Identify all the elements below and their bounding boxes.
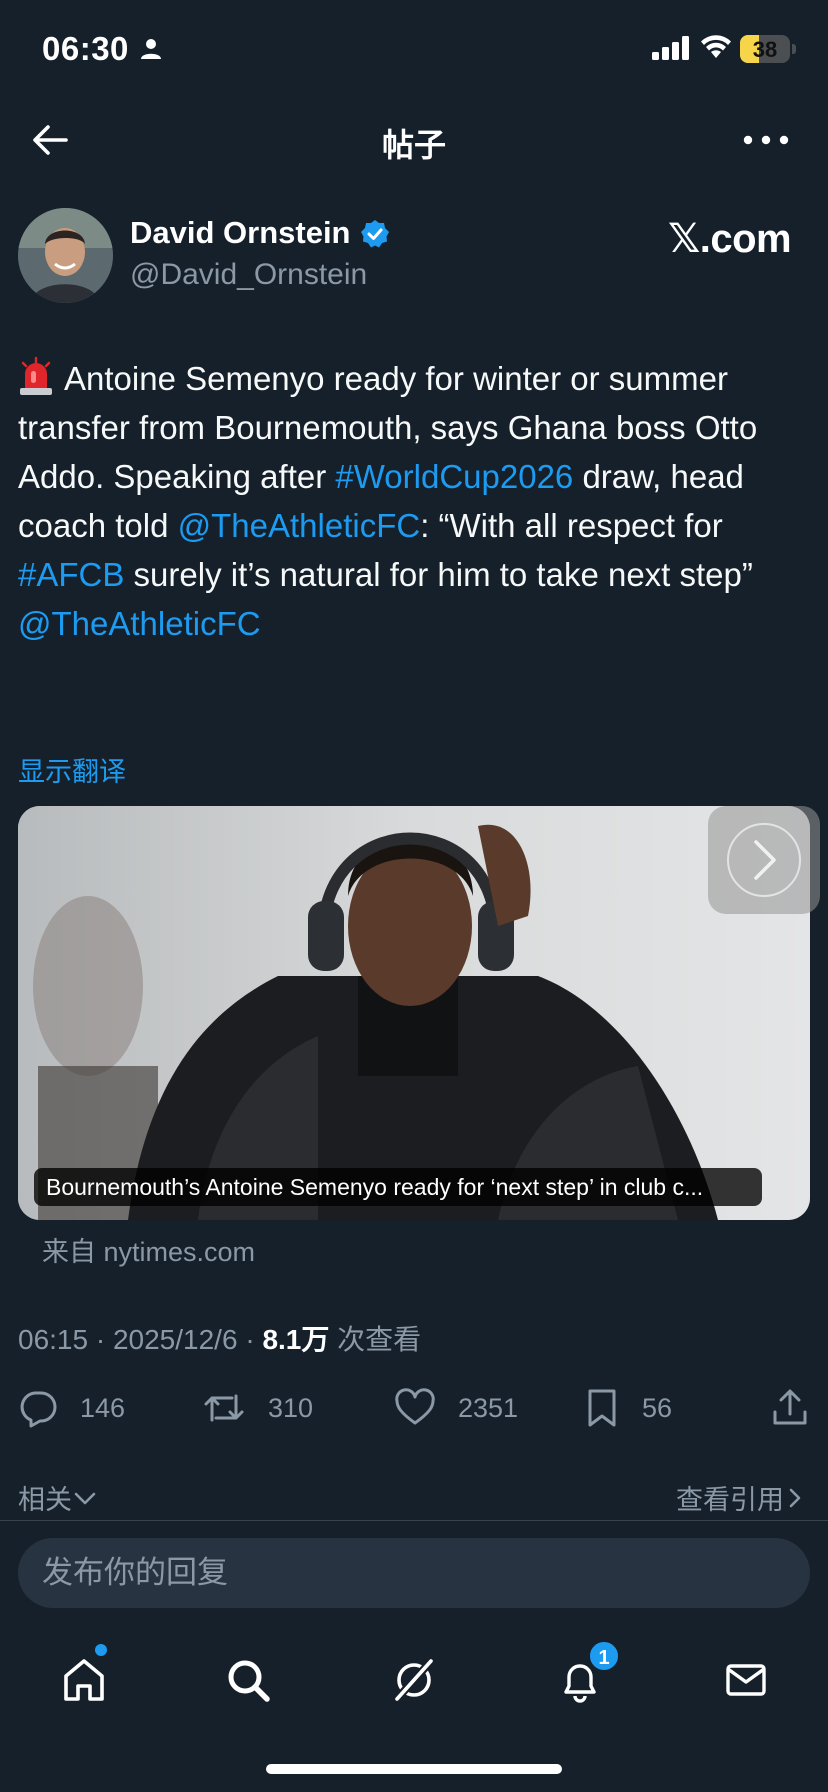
tweet-text-part: surely it’s natural for him to take next… [124,556,753,593]
reply-input[interactable]: 发布你的回复 [18,1538,810,1608]
battery-nub [792,44,796,54]
chevron-right-icon [727,823,801,897]
author-handle[interactable]: @David_Ornstein [130,258,367,292]
bookmark-count: 56 [642,1392,673,1423]
tweet-date: 2025/12/6 [112,1324,238,1355]
reply-count: 146 [80,1392,126,1423]
tab-home[interactable] [54,1650,114,1710]
bookmark-button[interactable]: 56 [584,1386,672,1430]
show-translation-link[interactable]: 显示翻译 [18,750,126,789]
like-count: 2351 [458,1392,519,1423]
hashtag-afcb[interactable]: #AFCB [18,556,124,593]
page-title: 帖子 [381,127,446,163]
view-count[interactable]: 8.1万 [262,1324,329,1355]
more-dots-icon[interactable] [738,122,794,158]
card-caption[interactable]: Bournemouth’s Antoine Semenyo ready for … [34,1168,762,1206]
reply-icon [20,1391,57,1428]
card-open-button[interactable] [708,806,820,914]
meta-separator: · [237,1324,263,1355]
search-icon [228,1660,270,1702]
signal-icon [652,36,689,60]
card-photo [18,806,810,1220]
home-indicator [266,1764,562,1774]
meta-separator: · [88,1324,113,1355]
heart-icon [395,1388,435,1425]
author-name[interactable]: David Ornstein [130,215,351,251]
related-dropdown[interactable]: 相关 [18,1478,98,1517]
person-icon [141,39,161,59]
avatar[interactable] [18,208,113,303]
avatar-image [18,208,113,303]
notification-badge: 1 [588,1640,620,1672]
repost-icon [204,1394,244,1422]
tab-search[interactable] [218,1650,278,1710]
tweet-text-part: : “With all respect for [420,507,723,544]
divider [0,1520,828,1521]
wifi-icon [701,35,731,58]
repost-count: 310 [268,1392,314,1423]
home-icon [64,1659,104,1701]
status-time: 06:30 [42,30,129,67]
mention-theathleticfc-2[interactable]: @TheAthleticFC [18,605,261,642]
share-icon[interactable] [770,1388,810,1428]
view-quotes-link[interactable]: 查看引用 [676,1478,806,1517]
battery-level: 38 [752,37,778,62]
like-button[interactable]: 2351 [394,1386,518,1430]
siren-emoji-icon [20,356,52,395]
view-quotes-label: 查看引用 [676,1485,784,1515]
link-card[interactable] [18,806,810,1220]
mention-theathleticfc[interactable]: @TheAthleticFC [178,507,421,544]
hashtag-worldcup2026[interactable]: #WorldCup2026 [335,458,573,495]
repost-button[interactable]: 310 [202,1386,313,1430]
tab-grok[interactable] [384,1650,444,1710]
view-label: 次查看 [329,1324,422,1355]
tweet-time: 06:15 [18,1324,89,1355]
verified-badge-icon [361,220,389,248]
mail-icon [726,1664,766,1696]
grok-icon [392,1656,436,1704]
tweet-meta: 06:15 · 2025/12/6 · 8.1万 次查看 [18,1318,421,1358]
related-label: 相关 [18,1485,72,1515]
bookmark-icon [588,1389,616,1427]
tab-messages[interactable] [716,1650,776,1710]
tweet-text: Antoine Semenyo ready for winter or summ… [18,354,818,648]
chevron-down-icon [74,1492,96,1504]
battery-icon: 38 [740,35,790,63]
card-source[interactable]: 来自 nytimes.com [42,1230,255,1269]
home-unread-dot [95,1644,107,1656]
back-arrow-icon[interactable] [28,118,72,162]
x-com-logo: 𝕏.com [668,217,792,261]
reply-button[interactable]: 146 [18,1386,125,1430]
chevron-right-icon [789,1488,801,1507]
